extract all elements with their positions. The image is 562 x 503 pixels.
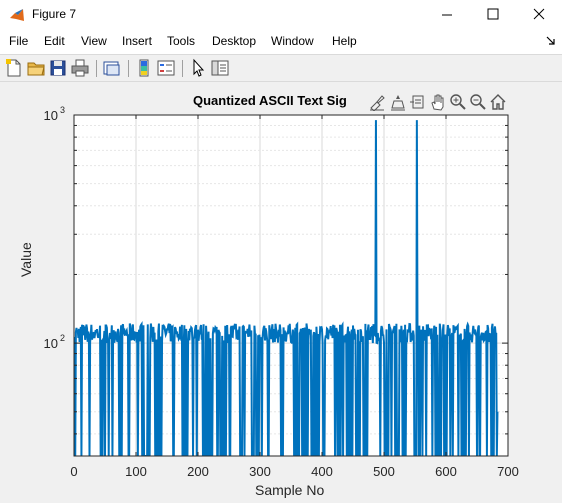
brush-icon[interactable] (368, 93, 386, 111)
y-tick-label-exponent: 2 (60, 333, 65, 343)
y-tick-label: 10 (44, 336, 58, 351)
x-tick-label: 600 (435, 464, 457, 479)
x-tick-labels: 0 100 200 300 400 500 600 700 (70, 464, 518, 479)
export-icon[interactable] (409, 93, 427, 111)
x-axis-label: Sample No (255, 482, 325, 498)
x-tick-label: 700 (497, 464, 519, 479)
x-tick-label: 300 (249, 464, 271, 479)
zoom-out-icon[interactable] (469, 93, 487, 111)
x-tick-label: 400 (311, 464, 333, 479)
pan-icon[interactable] (429, 93, 447, 111)
data-tips-icon[interactable] (389, 93, 407, 111)
axes-plot[interactable]: 0 100 200 300 400 500 600 700 10 210 3 (0, 0, 562, 503)
x-tick-label: 0 (70, 464, 77, 479)
home-icon[interactable] (489, 93, 507, 111)
y-tick-labels: 10 210 3 (44, 105, 65, 351)
y-axis-label: Value (18, 242, 34, 277)
y-tick-label: 10 (44, 108, 58, 123)
zoom-in-icon[interactable] (449, 93, 467, 111)
x-tick-label: 200 (187, 464, 209, 479)
x-tick-label: 100 (125, 464, 147, 479)
chart-title: Quantized ASCII Text Sig (193, 93, 347, 108)
x-tick-label: 500 (373, 464, 395, 479)
y-tick-label-exponent: 3 (60, 105, 65, 115)
